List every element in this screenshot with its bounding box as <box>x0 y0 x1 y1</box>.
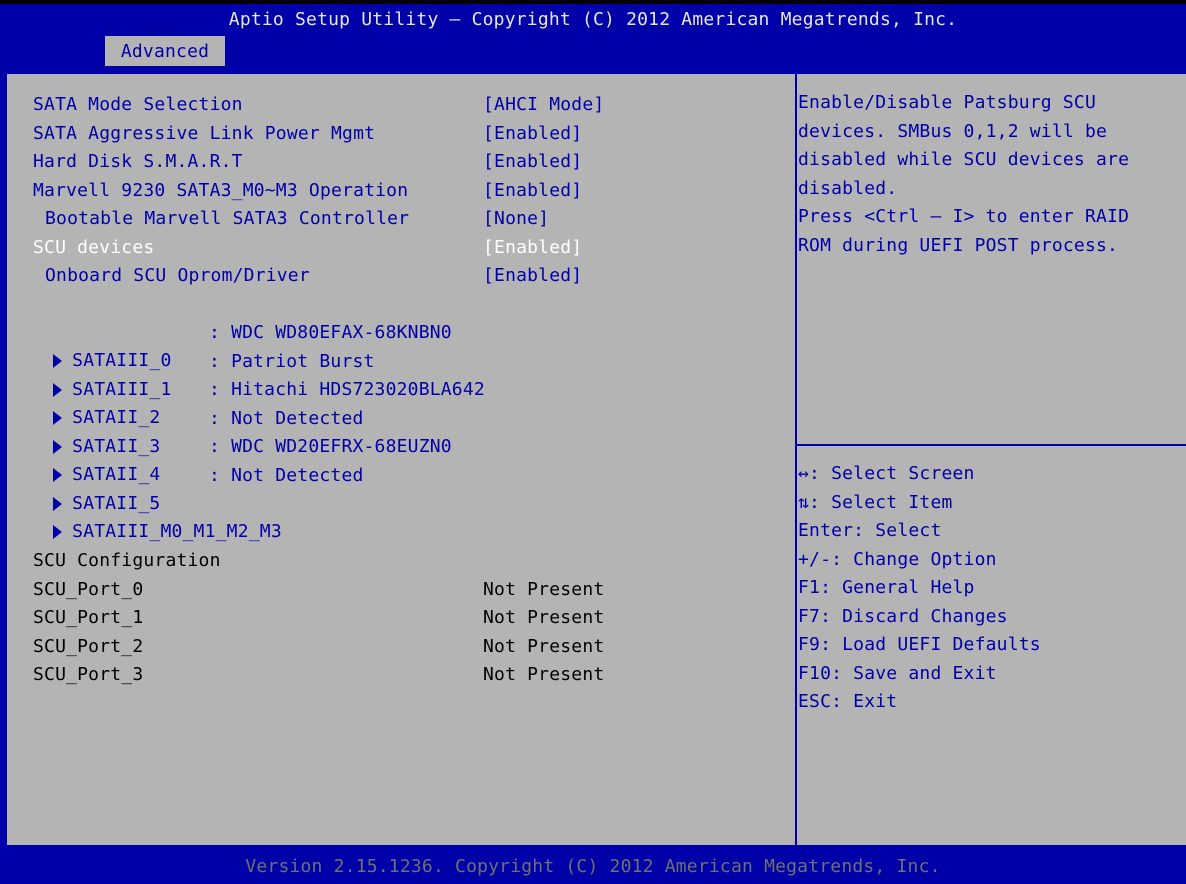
port-device: : Patriot Burst <box>209 350 375 372</box>
help-text-line: disabled. <box>798 177 898 199</box>
key-hint-save-exit: F10: Save and Exit <box>798 662 997 684</box>
submenu-sataii-2[interactable]: SATAII_2 <box>9 376 160 428</box>
setting-bootable-marvell-label[interactable]: Bootable Marvell SATA3 Controller <box>45 205 409 233</box>
setting-onboard-scu-value[interactable]: [Enabled] <box>483 262 582 290</box>
scu-port-status: Not Present <box>483 664 605 685</box>
help-text-line: Press <Ctrl – I> to enter RAID <box>798 206 1130 227</box>
port-device: : Not Detected <box>209 464 364 486</box>
vertical-divider <box>795 74 797 845</box>
port-device: : WDC WD80EFAX-68KNBN0 <box>209 322 452 343</box>
setting-onboard-scu-label[interactable]: Onboard SCU Oprom/Driver <box>45 262 310 290</box>
submenu-sataiii-0[interactable]: SATAIII_0 <box>9 319 172 371</box>
key-hint-esc-exit: ESC: Exit <box>798 691 898 712</box>
submenu-sataiii-m0-m3[interactable]: SATAIII_M0_M1_M2_M3 <box>9 490 282 542</box>
scu-port-label: SCU_Port_0 <box>33 578 144 600</box>
port-device: : Not Detected <box>209 407 364 429</box>
setting-link-power-label[interactable]: SATA Aggressive Link Power Mgmt <box>33 120 375 148</box>
key-hint-load-defaults: F9: Load UEFI Defaults <box>798 634 1041 655</box>
setting-smart-label[interactable]: Hard Disk S.M.A.R.T <box>33 148 243 176</box>
submenu-sataii-5[interactable]: SATAII_5 <box>9 462 160 514</box>
version-footer: Version 2.15.1236. Copyright (C) 2012 Am… <box>0 849 1186 884</box>
key-hint-enter: Enter: Select <box>798 520 942 541</box>
setting-smart-value[interactable]: [Enabled] <box>483 148 582 176</box>
main-panel: SATA Mode Selection [AHCI Mode] SATA Agg… <box>5 72 1186 847</box>
scu-config-heading: SCU Configuration <box>33 550 221 571</box>
tab-advanced[interactable]: Advanced <box>105 36 225 66</box>
submenu-sataii-4[interactable]: SATAII_4 <box>9 433 160 485</box>
setting-sata-mode-value[interactable]: [AHCI Mode] <box>483 91 604 119</box>
key-hint-general-help: F1: General Help <box>798 577 975 598</box>
setting-marvell-operation-value[interactable]: [Enabled] <box>483 177 582 205</box>
key-hint-select-item: ⇅: Select Item <box>798 491 953 513</box>
setting-bootable-marvell-value[interactable]: [None] <box>483 205 549 233</box>
setting-scu-devices-value[interactable]: [Enabled] <box>483 234 582 262</box>
setting-scu-devices-label[interactable]: SCU devices <box>33 234 154 262</box>
submenu-sataii-3[interactable]: SATAII_3 <box>9 405 160 457</box>
scu-port-label: SCU_Port_2 <box>33 635 144 657</box>
port-name: SATAIII_M0_M1_M2_M3 <box>72 521 282 542</box>
submenu-arrow-icon <box>53 525 63 539</box>
scu-port-label: SCU_Port_1 <box>33 607 144 628</box>
key-hint-discard-changes: F7: Discard Changes <box>798 605 1008 627</box>
help-text-line: devices. SMBus 0,1,2 will be <box>798 120 1108 142</box>
title-bar: Aptio Setup Utility – Copyright (C) 2012… <box>0 0 1186 66</box>
scu-port-status: Not Present <box>483 635 605 657</box>
horizontal-divider <box>797 444 1186 446</box>
scu-port-status: Not Present <box>483 607 605 628</box>
setting-marvell-operation-label[interactable]: Marvell 9230 SATA3_M0~M3 Operation <box>33 177 408 205</box>
setting-link-power-value[interactable]: [Enabled] <box>483 120 582 148</box>
key-hint-select-screen: ↔: Select Screen <box>798 463 975 484</box>
help-text-line: ROM during UEFI POST process. <box>798 234 1119 256</box>
window-title: Aptio Setup Utility – Copyright (C) 2012… <box>228 9 958 30</box>
setting-sata-mode-label[interactable]: SATA Mode Selection <box>33 91 243 119</box>
scu-port-status: Not Present <box>483 578 605 600</box>
help-text-line: disabled while SCU devices are <box>798 149 1130 170</box>
port-device: : WDC WD20EFRX-68EUZN0 <box>209 436 452 457</box>
submenu-sataiii-1[interactable]: SATAIII_1 <box>9 348 172 400</box>
port-device: : Hitachi HDS723020BLA642 <box>209 379 485 400</box>
help-text-line: Enable/Disable Patsburg SCU <box>798 92 1096 113</box>
key-hint-change-option: +/-: Change Option <box>798 548 997 570</box>
scu-port-label: SCU_Port_3 <box>33 664 144 685</box>
